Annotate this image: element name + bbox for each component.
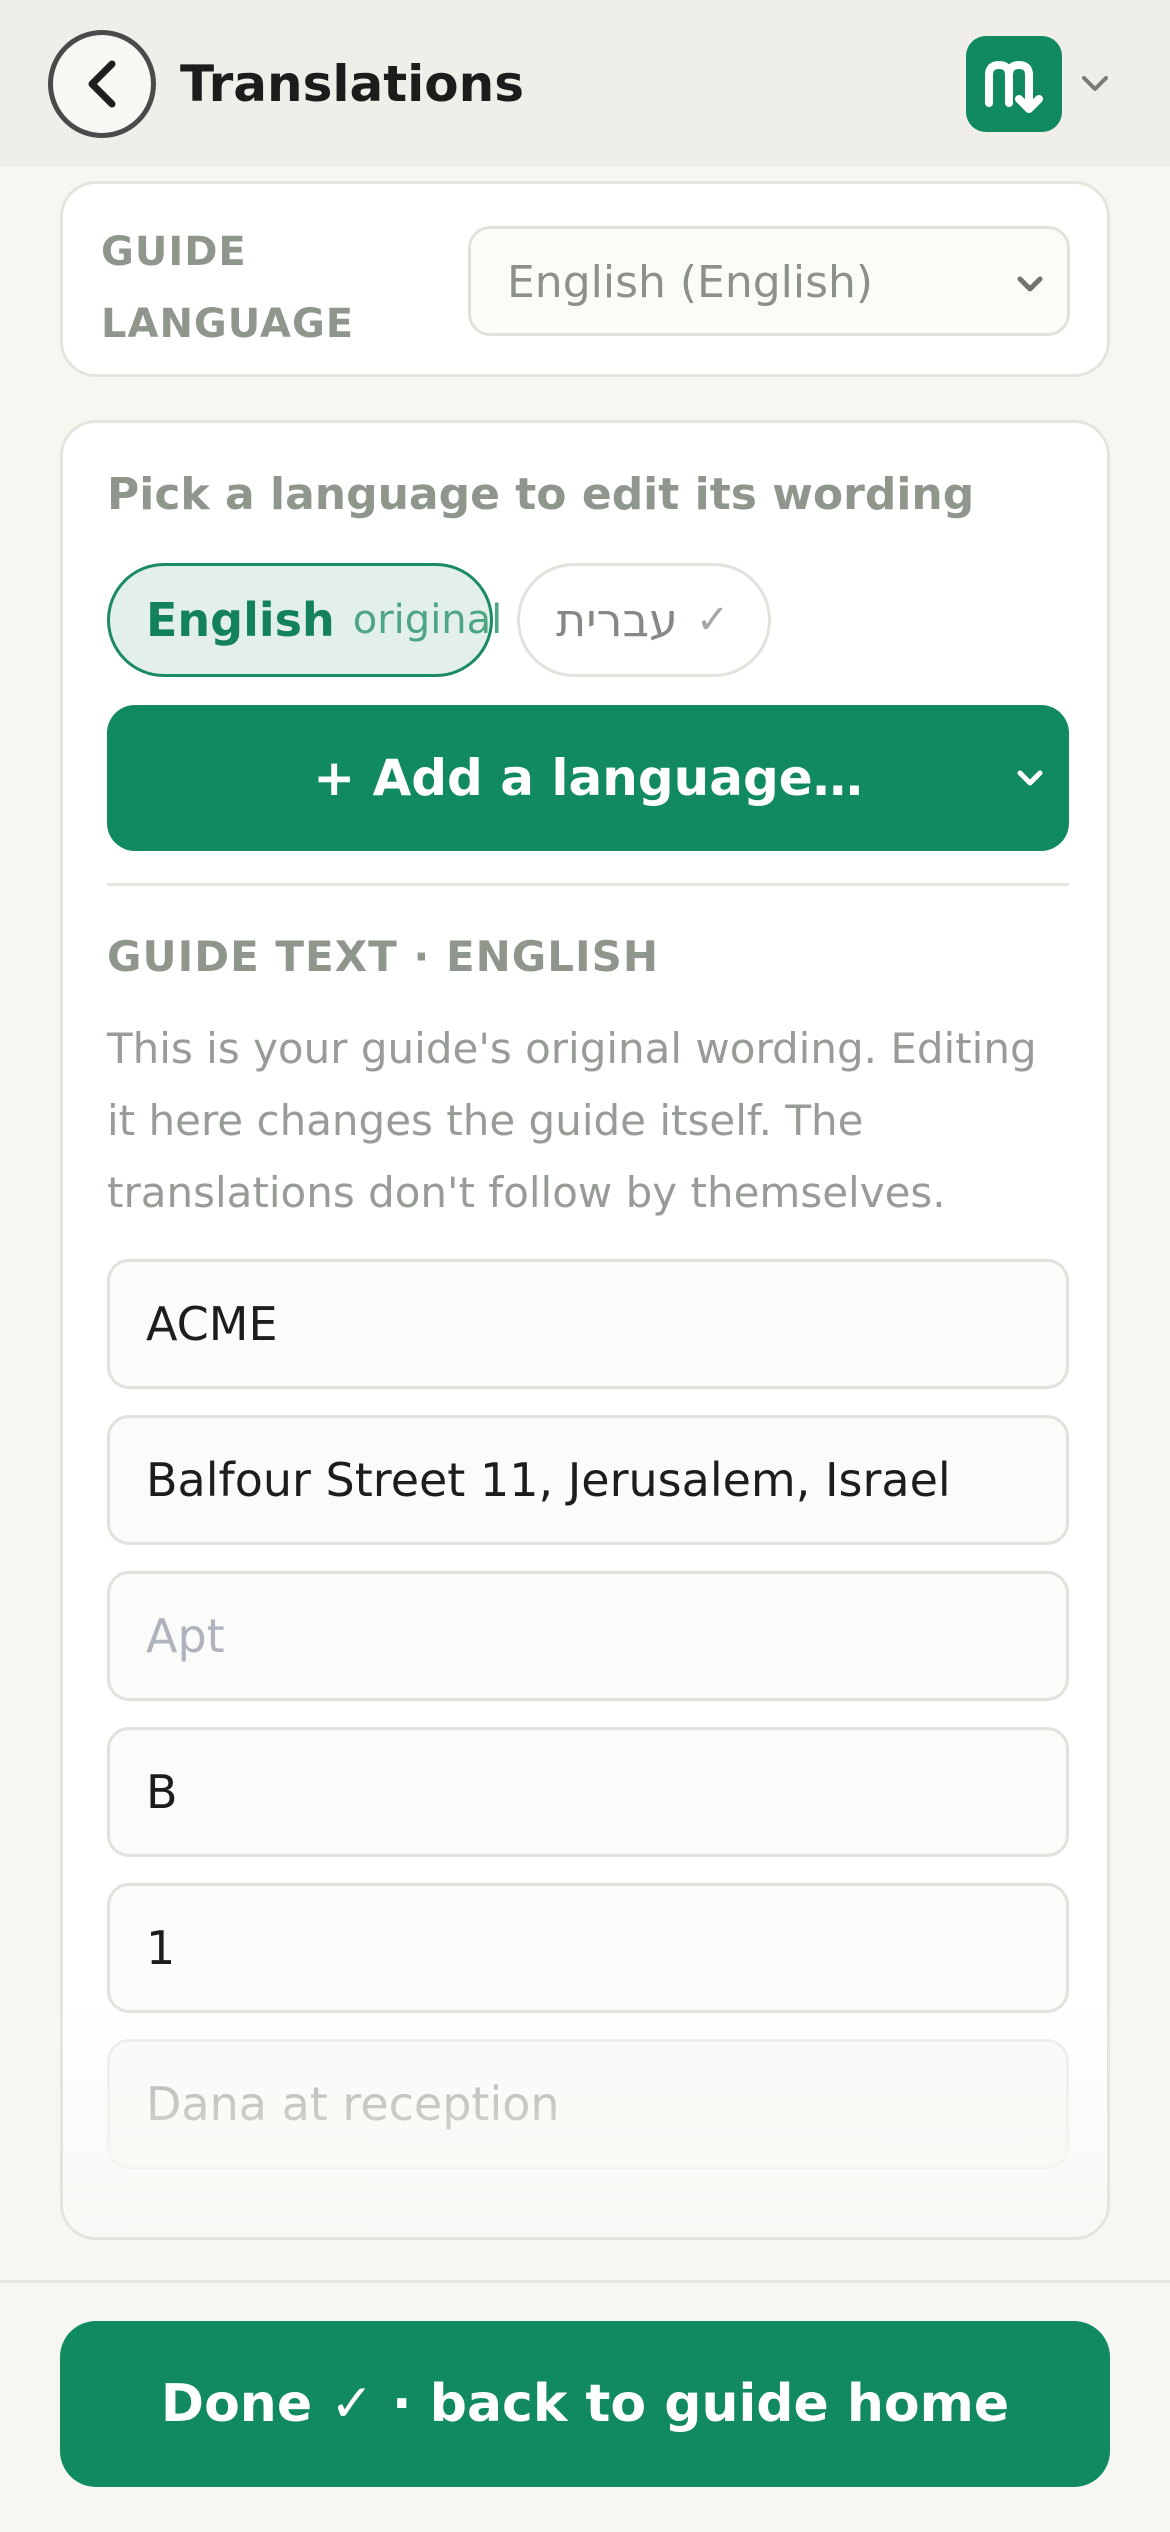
chevron-left-icon bbox=[88, 60, 116, 108]
page-title: Translations bbox=[180, 55, 524, 113]
guide-language-value: English (English) bbox=[507, 257, 874, 308]
check-icon: ✓ bbox=[695, 597, 730, 643]
text-input[interactable] bbox=[110, 1418, 1066, 1542]
text-input[interactable] bbox=[110, 1886, 1066, 2010]
guide-language-label: GUIDE LANGUAGE bbox=[101, 229, 355, 347]
scroll-fade bbox=[63, 1997, 1107, 2237]
done-button-label: Done ✓ · back to guide home bbox=[160, 2374, 1010, 2434]
edit-wording-card: Pick a language to edit its wording Engl… bbox=[60, 420, 1110, 2240]
language-chip-tag: original bbox=[352, 597, 503, 643]
text-field-address[interactable] bbox=[107, 1415, 1069, 1545]
app-header: Translations bbox=[0, 0, 1170, 167]
add-language-label: + Add a language… bbox=[313, 749, 863, 807]
add-language-select[interactable]: + Add a language… bbox=[107, 705, 1069, 851]
language-chip-name: English bbox=[146, 593, 335, 647]
chevron-down-icon bbox=[1017, 770, 1043, 786]
text-input[interactable] bbox=[110, 1262, 1066, 1386]
language-chip-english[interactable]: English original bbox=[107, 563, 502, 677]
text-field-building[interactable] bbox=[107, 1727, 1069, 1857]
account-logo-button[interactable] bbox=[966, 36, 1062, 132]
back-button[interactable] bbox=[48, 30, 156, 138]
m-arrow-logo-icon bbox=[985, 61, 1043, 113]
guide-language-select[interactable]: English (English) bbox=[468, 226, 1070, 336]
pick-language-label: Pick a language to edit its wording bbox=[107, 469, 975, 520]
text-input[interactable] bbox=[110, 1574, 1066, 1698]
bottom-bar: Done ✓ · back to guide home bbox=[0, 2280, 1170, 2532]
language-chip-name: עברית bbox=[556, 593, 678, 647]
language-chip-hebrew[interactable]: עברית ✓ bbox=[517, 563, 771, 677]
done-button[interactable]: Done ✓ · back to guide home bbox=[60, 2321, 1110, 2487]
guide-text-section-label: GUIDE TEXT · ENGLISH bbox=[107, 932, 660, 981]
text-field-floor[interactable] bbox=[107, 1883, 1069, 2013]
chevron-down-icon[interactable] bbox=[1078, 66, 1112, 100]
text-field-apt[interactable] bbox=[107, 1571, 1069, 1701]
text-input[interactable] bbox=[110, 1730, 1066, 1854]
help-text: This is your guide's original wording. E… bbox=[107, 1024, 1037, 1217]
text-field-name[interactable] bbox=[107, 1259, 1069, 1389]
divider bbox=[107, 883, 1069, 886]
guide-language-card: GUIDE LANGUAGE English (English) bbox=[60, 181, 1110, 377]
chevron-down-icon bbox=[1017, 276, 1043, 292]
